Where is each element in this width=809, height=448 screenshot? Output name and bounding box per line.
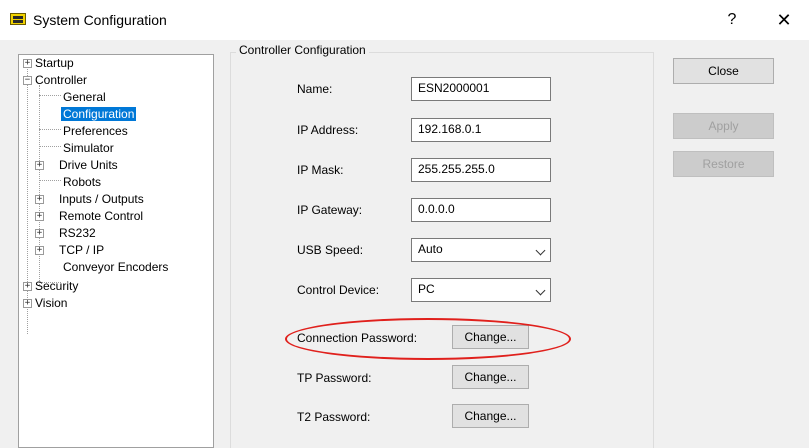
tree-item-configuration[interactable]: Configuration xyxy=(61,106,137,122)
ip-address-label: IP Address: xyxy=(297,123,359,137)
dialog-client-area: + Startup − Controller General Configura… xyxy=(0,40,809,448)
chevron-down-icon xyxy=(535,285,546,296)
restore-button[interactable]: Restore xyxy=(673,151,774,177)
tree-item-conveyor-encoders[interactable]: Conveyor Encoders xyxy=(61,259,170,275)
chevron-down-icon xyxy=(535,245,546,256)
tree-item-label: RS232 xyxy=(59,226,96,240)
close-window-button[interactable]: ✕ xyxy=(764,6,804,34)
expand-icon[interactable]: + xyxy=(23,59,32,68)
tree-item-label: Vision xyxy=(35,296,68,310)
app-icon xyxy=(10,13,26,25)
ip-gateway-label: IP Gateway: xyxy=(297,203,363,217)
expand-icon[interactable]: + xyxy=(23,299,32,308)
tree-item-label: Controller xyxy=(35,73,88,87)
tp-password-label: TP Password: xyxy=(297,371,372,385)
t2-password-label: T2 Password: xyxy=(297,410,371,424)
name-label: Name: xyxy=(297,82,333,96)
group-title: Controller Configuration xyxy=(236,43,369,57)
tree-connector xyxy=(39,146,61,147)
tree-item-label: Robots xyxy=(63,175,102,189)
tree-item-label: Startup xyxy=(35,56,74,70)
ip-gateway-field[interactable]: 0.0.0.0 xyxy=(411,198,551,222)
tree-item-label: Configuration xyxy=(61,107,137,121)
close-button[interactable]: Close xyxy=(673,58,774,84)
ip-mask-label: IP Mask: xyxy=(297,163,344,177)
collapse-icon[interactable]: − xyxy=(23,76,32,85)
expand-icon[interactable]: + xyxy=(35,246,44,255)
tree-item-label: Inputs / Outputs xyxy=(59,192,144,206)
expand-icon[interactable]: + xyxy=(35,229,44,238)
tree-item-robots[interactable]: Robots xyxy=(61,174,103,190)
tree-connector xyxy=(27,64,28,334)
expand-icon[interactable]: + xyxy=(35,195,44,204)
expand-icon[interactable]: + xyxy=(35,212,44,221)
tree-connector xyxy=(39,180,61,181)
tree-connector xyxy=(39,95,61,96)
name-field[interactable]: ESN2000001 xyxy=(411,77,551,101)
control-device-label: Control Device: xyxy=(297,283,380,297)
tree-item-label: Drive Units xyxy=(59,158,118,172)
usb-speed-select[interactable]: Auto xyxy=(411,238,551,262)
apply-button[interactable]: Apply xyxy=(673,113,774,139)
ip-mask-field[interactable]: 255.255.255.0 xyxy=(411,158,551,182)
control-device-select[interactable]: PC xyxy=(411,278,551,302)
ip-address-field[interactable]: 192.168.0.1 xyxy=(411,118,551,142)
tree-item-preferences[interactable]: Preferences xyxy=(61,123,130,139)
usb-speed-label: USB Speed: xyxy=(297,243,364,257)
tree-item-label: Preferences xyxy=(63,124,128,138)
tree-item-label: Conveyor Encoders xyxy=(63,260,169,274)
title-bar: System Configuration ? ✕ xyxy=(0,0,809,40)
tree-item-label: Security xyxy=(35,279,79,293)
help-button[interactable]: ? xyxy=(712,6,752,34)
settings-tree[interactable]: + Startup − Controller General Configura… xyxy=(18,54,214,448)
expand-icon[interactable]: + xyxy=(23,282,32,291)
tree-item-label: General xyxy=(63,90,106,104)
usb-speed-value: Auto xyxy=(418,242,443,256)
tree-connector xyxy=(39,85,40,285)
window-title: System Configuration xyxy=(33,12,167,28)
annotation-ellipse xyxy=(285,318,571,360)
tree-item-general[interactable]: General xyxy=(61,89,108,105)
tree-item-label: TCP / IP xyxy=(59,243,105,257)
tree-item-label: Remote Control xyxy=(59,209,144,223)
change-tp-password-button[interactable]: Change... xyxy=(452,365,529,389)
control-device-value: PC xyxy=(418,282,435,296)
tree-item-label: Simulator xyxy=(63,141,114,155)
expand-icon[interactable]: + xyxy=(35,161,44,170)
change-t2-password-button[interactable]: Change... xyxy=(452,404,529,428)
tree-connector xyxy=(39,129,61,130)
tree-item-simulator[interactable]: Simulator xyxy=(61,140,116,156)
